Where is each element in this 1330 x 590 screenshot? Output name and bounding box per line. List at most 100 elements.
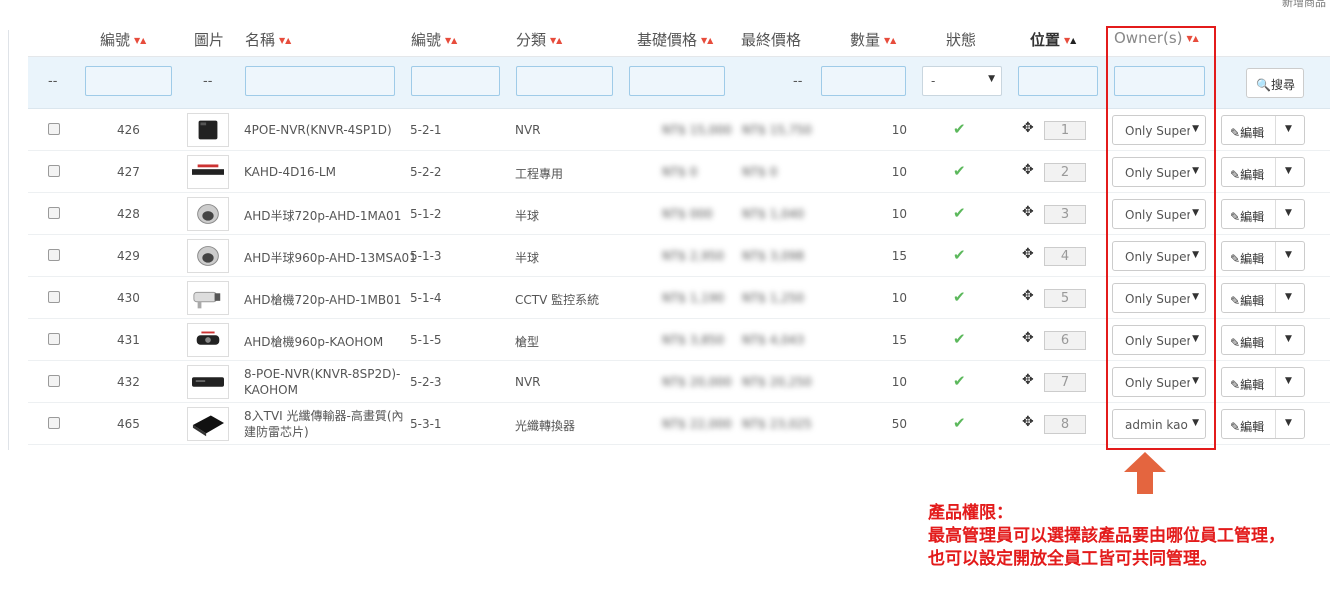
cell-code: 5-1-2 xyxy=(410,207,442,221)
owner-column-highlight xyxy=(1106,26,1216,450)
caret-down-icon[interactable]: ▼ xyxy=(1285,334,1292,344)
cell-name[interactable]: AHD槍機720p-AHD-1MB01 xyxy=(244,291,401,308)
filter-id-input[interactable] xyxy=(85,66,172,96)
edit-button[interactable]: ✎編輯 xyxy=(1230,292,1264,309)
position-input[interactable]: 1 xyxy=(1044,121,1086,140)
product-thumbnail xyxy=(187,365,229,399)
cell-name[interactable]: 8-POE-NVR(KNVR-8SP2D)-KAOHOM xyxy=(244,366,404,398)
header-base-price[interactable]: 基礎價格 ▼▲ xyxy=(637,29,713,50)
header-id[interactable]: 編號 ▼▲ xyxy=(100,29,146,50)
caret-down-icon[interactable]: ▼ xyxy=(1285,124,1292,134)
row-checkbox[interactable] xyxy=(48,249,60,261)
cell-code: 5-1-5 xyxy=(410,333,442,347)
edit-button-group[interactable]: ✎編輯 ▼ xyxy=(1221,157,1305,187)
filter-status-select[interactable]: - ▼ xyxy=(922,66,1002,96)
cell-code: 5-2-3 xyxy=(410,375,442,389)
row-checkbox[interactable] xyxy=(48,165,60,177)
check-icon: ✔ xyxy=(953,372,966,390)
drag-move-icon[interactable]: ✥ xyxy=(1022,120,1034,136)
edit-button[interactable]: ✎編輯 xyxy=(1230,334,1264,351)
header-category[interactable]: 分類 ▼▲ xyxy=(516,29,562,50)
cell-quantity: 10 xyxy=(891,375,907,389)
header-code[interactable]: 編號 ▼▲ xyxy=(411,29,457,50)
cell-base-price: NT$ 20,000 xyxy=(662,375,732,389)
drag-move-icon[interactable]: ✥ xyxy=(1022,330,1034,346)
row-checkbox[interactable] xyxy=(48,417,60,429)
position-input[interactable]: 2 xyxy=(1044,163,1086,182)
search-button[interactable]: 🔍搜尋 xyxy=(1246,68,1304,98)
edit-button-group[interactable]: ✎編輯 ▼ xyxy=(1221,325,1305,355)
edit-button-group[interactable]: ✎編輯 ▼ xyxy=(1221,199,1305,229)
cell-quantity: 10 xyxy=(891,123,907,137)
sort-icon: ▼▲ xyxy=(445,36,458,45)
position-input[interactable]: 6 xyxy=(1044,331,1086,350)
edit-button[interactable]: ✎編輯 xyxy=(1230,124,1264,141)
edit-button-group[interactable]: ✎編輯 ▼ xyxy=(1221,367,1305,397)
edit-button-group[interactable]: ✎編輯 ▼ xyxy=(1221,241,1305,271)
cell-quantity: 10 xyxy=(891,207,907,221)
row-checkbox[interactable] xyxy=(48,375,60,387)
header-name[interactable]: 名稱 ▼▲ xyxy=(245,29,291,50)
filter-quantity-input[interactable] xyxy=(821,66,906,96)
edit-button[interactable]: ✎編輯 xyxy=(1230,208,1264,225)
caret-down-icon[interactable]: ▼ xyxy=(1285,208,1292,218)
cell-name[interactable]: AHD槍機960p-KAOHOM xyxy=(244,333,383,350)
caret-down-icon[interactable]: ▼ xyxy=(1285,292,1292,302)
row-checkbox[interactable] xyxy=(48,123,60,135)
position-input[interactable]: 7 xyxy=(1044,373,1086,392)
pencil-icon: ✎ xyxy=(1230,126,1241,140)
drag-move-icon[interactable]: ✥ xyxy=(1022,288,1034,304)
position-input[interactable]: 5 xyxy=(1044,289,1086,308)
drag-move-icon[interactable]: ✥ xyxy=(1022,162,1034,178)
filter-position-input[interactable] xyxy=(1018,66,1098,96)
filter-name-input[interactable] xyxy=(245,66,395,96)
cell-final-price: NT$ 0 xyxy=(742,165,778,179)
edit-button-group[interactable]: ✎編輯 ▼ xyxy=(1221,409,1305,439)
cell-quantity: 15 xyxy=(891,333,907,347)
check-icon: ✔ xyxy=(953,120,966,138)
filter-category-input[interactable] xyxy=(516,66,613,96)
cell-final-price: NT$ 3,098 xyxy=(742,249,805,263)
edit-button[interactable]: ✎編輯 xyxy=(1230,250,1264,267)
cell-name[interactable]: 8入TVI 光纖傳輸器-高畫質(內建防雷芯片) xyxy=(244,408,404,440)
drag-move-icon[interactable]: ✥ xyxy=(1022,372,1034,388)
caret-down-icon[interactable]: ▼ xyxy=(1285,166,1292,176)
caret-down-icon[interactable]: ▼ xyxy=(1285,250,1292,260)
row-checkbox[interactable] xyxy=(48,291,60,303)
row-checkbox[interactable] xyxy=(48,207,60,219)
cell-name[interactable]: AHD半球720p-AHD-1MA01 xyxy=(244,207,401,224)
position-input[interactable]: 4 xyxy=(1044,247,1086,266)
header-position[interactable]: 位置 ▼▲ xyxy=(1030,29,1076,50)
cell-name[interactable]: 4POE-NVR(KNVR-4SP1D) xyxy=(244,123,392,137)
search-icon: 🔍 xyxy=(1256,78,1271,92)
drag-move-icon[interactable]: ✥ xyxy=(1022,246,1034,262)
edit-button[interactable]: ✎編輯 xyxy=(1230,166,1264,183)
product-thumbnail xyxy=(187,323,229,357)
position-input[interactable]: 3 xyxy=(1044,205,1086,224)
edit-button-group[interactable]: ✎編輯 ▼ xyxy=(1221,283,1305,313)
edit-button[interactable]: ✎編輯 xyxy=(1230,418,1264,435)
edit-button[interactable]: ✎編輯 xyxy=(1230,376,1264,393)
drag-move-icon[interactable]: ✥ xyxy=(1022,204,1034,220)
cell-id: 430 xyxy=(117,291,140,305)
drag-move-icon[interactable]: ✥ xyxy=(1022,414,1034,430)
cell-final-price: NT$ 15,750 xyxy=(742,123,812,137)
cell-category: 槍型 xyxy=(515,335,540,349)
header-quantity[interactable]: 數量 ▼▲ xyxy=(850,29,896,50)
caret-down-icon[interactable]: ▼ xyxy=(1285,376,1292,386)
filter-base-price-input[interactable] xyxy=(629,66,725,96)
cell-id: 465 xyxy=(117,417,140,431)
cell-code: 5-1-3 xyxy=(410,249,442,263)
position-input[interactable]: 8 xyxy=(1044,415,1086,434)
sort-icon: ▼▲ xyxy=(134,36,147,45)
cell-category: 半球 xyxy=(515,251,540,265)
caret-down-icon[interactable]: ▼ xyxy=(1285,418,1292,428)
row-checkbox[interactable] xyxy=(48,333,60,345)
product-thumbnail xyxy=(187,239,229,273)
filter-dash-image: -- xyxy=(203,74,213,89)
dome-camera-icon xyxy=(197,204,219,224)
cell-name[interactable]: KAHD-4D16-LM xyxy=(244,165,336,179)
edit-button-group[interactable]: ✎編輯 ▼ xyxy=(1221,115,1305,145)
filter-code-input[interactable] xyxy=(411,66,500,96)
cell-name[interactable]: AHD半球960p-AHD-13MSA01 xyxy=(244,249,417,266)
